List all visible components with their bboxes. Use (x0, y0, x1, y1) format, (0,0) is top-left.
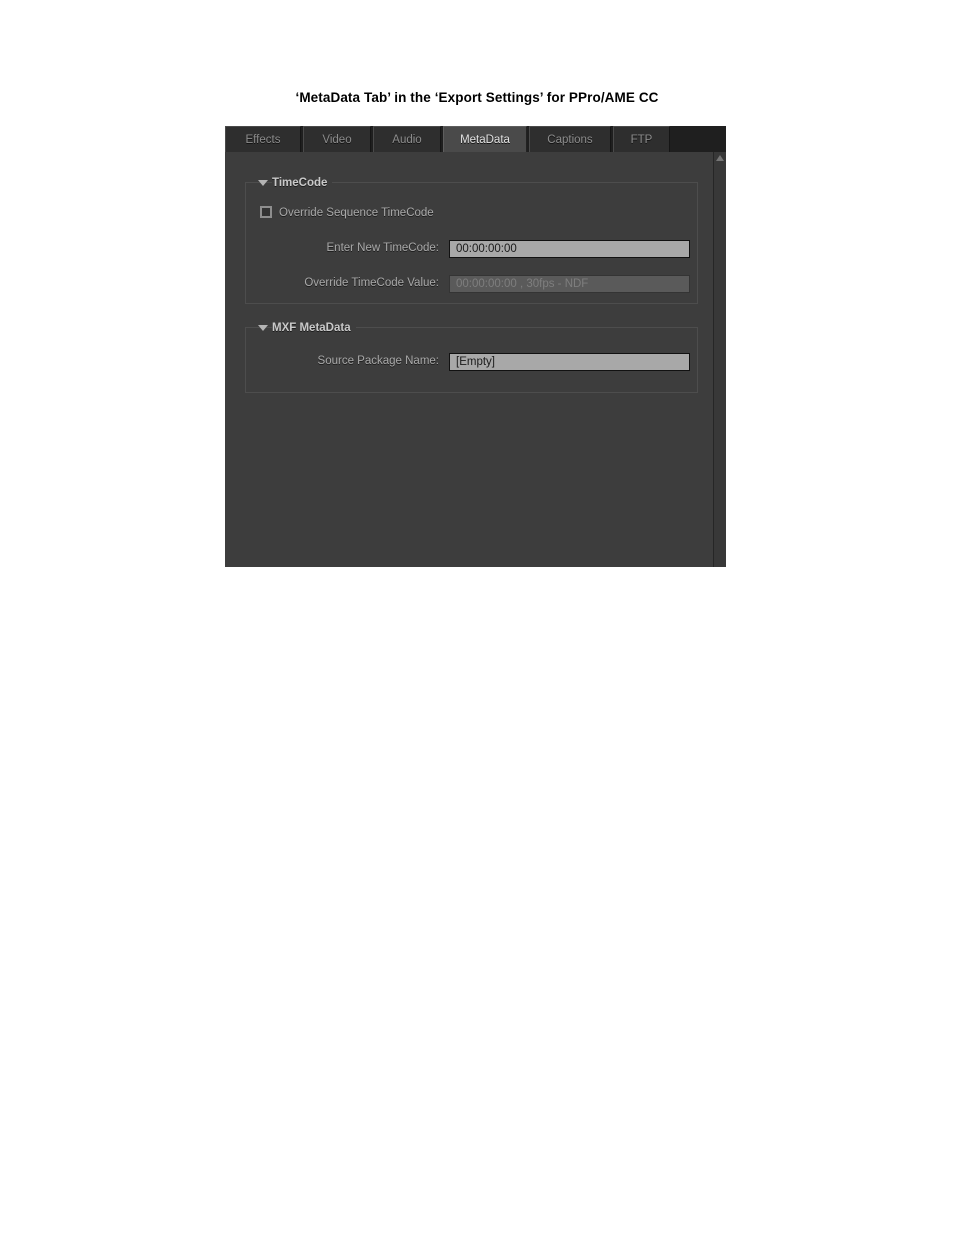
override-sequence-timecode-label: Override Sequence TimeCode (279, 207, 434, 219)
triangle-down-icon[interactable] (258, 325, 268, 331)
tab-video-label: Video (322, 134, 352, 146)
tab-ftp[interactable]: FTP (613, 126, 670, 152)
enter-new-timecode-input[interactable]: 00:00:00:00 (449, 240, 690, 258)
source-package-name-input[interactable]: [Empty] (449, 353, 690, 371)
tab-ftp-label: FTP (630, 134, 653, 146)
override-timecode-value-label: Override TimeCode Value: (304, 277, 439, 289)
group-mxf-metadata-title: MXF MetaData (272, 320, 356, 336)
tab-strip: Effects Video Audio MetaData Captions FT… (225, 126, 726, 152)
tab-effects-label: Effects (245, 134, 281, 146)
triangle-down-icon[interactable] (258, 180, 268, 186)
tab-audio-label: Audio (392, 134, 422, 146)
tab-audio[interactable]: Audio (373, 126, 441, 152)
tab-effects[interactable]: Effects (225, 126, 301, 152)
tab-captions-label: Captions (547, 134, 593, 146)
tab-metadata[interactable]: MetaData (443, 126, 527, 152)
export-settings-panel: Effects Video Audio MetaData Captions FT… (225, 126, 726, 567)
source-package-name-label: Source Package Name: (317, 355, 439, 367)
group-timecode: TimeCode Override Sequence TimeCode Ente… (245, 175, 698, 304)
override-timecode-value-input: 00:00:00:00 , 30fps - NDF (449, 275, 690, 293)
enter-new-timecode-label: Enter New TimeCode: (326, 242, 440, 254)
page-title: ‘MetaData Tab’ in the ‘Export Settings’ … (295, 90, 659, 105)
tab-video[interactable]: Video (303, 126, 371, 152)
override-sequence-timecode-checkbox[interactable] (260, 206, 272, 218)
group-mxf-metadata: MXF MetaData Source Package Name: [Empty… (245, 320, 698, 393)
vertical-scrollbar[interactable] (713, 152, 726, 567)
group-timecode-title: TimeCode (272, 175, 333, 191)
metadata-tab-content: TimeCode Override Sequence TimeCode Ente… (225, 152, 726, 567)
tab-captions[interactable]: Captions (529, 126, 611, 152)
triangle-up-icon[interactable] (716, 155, 724, 161)
tab-metadata-label: MetaData (460, 134, 510, 146)
